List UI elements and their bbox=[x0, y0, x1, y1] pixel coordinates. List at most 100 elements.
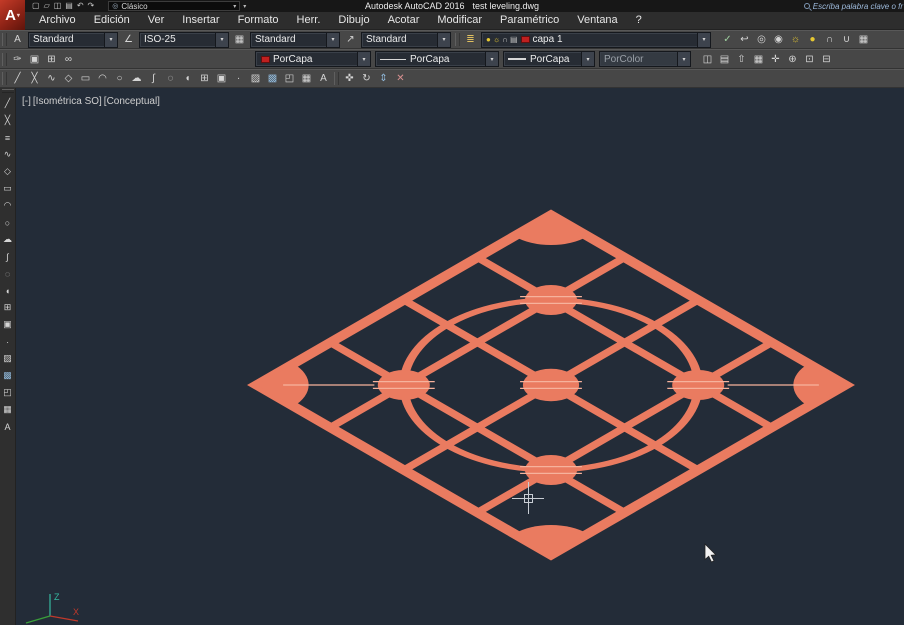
menu-insertar[interactable]: Insertar bbox=[173, 12, 228, 29]
layer-on-icon[interactable]: ● bbox=[486, 35, 491, 44]
layer-plot-icon[interactable]: ▤ bbox=[510, 35, 518, 44]
table-icon[interactable]: ▦ bbox=[298, 71, 315, 87]
chevron-down-icon[interactable]: ▾ bbox=[437, 33, 450, 47]
menu-archivo[interactable]: Archivo bbox=[30, 12, 85, 29]
arc-icon[interactable]: ◠ bbox=[0, 197, 16, 214]
ellipse-icon[interactable]: ◌ bbox=[162, 71, 179, 87]
zoom-realtime-icon[interactable]: ⊕ bbox=[784, 51, 801, 67]
rectangle-icon[interactable]: ▭ bbox=[77, 71, 94, 87]
menu-edicion[interactable]: Edición bbox=[85, 12, 139, 29]
chevron-down-icon[interactable]: ▾ bbox=[326, 33, 339, 47]
spline-icon[interactable]: ∫ bbox=[0, 248, 16, 265]
menu-dibujo[interactable]: Dibujo bbox=[329, 12, 378, 29]
layer-lock-tool-icon[interactable]: ∩ bbox=[821, 32, 838, 48]
viewport-canvas[interactable]: Z X bbox=[16, 88, 904, 625]
construction-line-icon[interactable]: ╳ bbox=[0, 112, 16, 129]
menu-herramientas[interactable]: Herr. bbox=[288, 12, 330, 29]
undo-icon[interactable]: ↶ bbox=[77, 0, 84, 12]
menu-modificar[interactable]: Modificar bbox=[428, 12, 491, 29]
workspace-combo[interactable]: ◎ Clásico ▾ bbox=[108, 1, 240, 11]
redo-icon[interactable]: ↷ bbox=[88, 0, 95, 12]
chevron-down-icon[interactable]: ▾ bbox=[581, 52, 594, 66]
point-icon[interactable]: ∙ bbox=[0, 333, 16, 350]
point-icon[interactable]: ∙ bbox=[230, 71, 247, 87]
gradient-icon[interactable]: ▩ bbox=[264, 71, 281, 87]
revcloud-icon[interactable]: ☁ bbox=[128, 71, 145, 87]
region-icon[interactable]: ◰ bbox=[281, 71, 298, 87]
chevron-down-icon[interactable]: ▾ bbox=[104, 33, 117, 47]
plot-icon[interactable]: ▤ bbox=[65, 0, 73, 12]
menu-parametrico[interactable]: Paramétrico bbox=[491, 12, 568, 29]
toolbar-grip[interactable] bbox=[2, 53, 7, 66]
chevron-down-icon[interactable]: ▾ bbox=[485, 52, 498, 66]
layer-freeze-icon[interactable]: ☼ bbox=[493, 35, 500, 44]
menu-acotar[interactable]: Acotar bbox=[379, 12, 429, 29]
autocad-logo-icon[interactable]: A ▾ bbox=[0, 0, 25, 30]
layer-lock-icon[interactable]: ∩ bbox=[502, 35, 508, 44]
dimension-style-combo[interactable]: ISO-25 ▾ bbox=[139, 32, 229, 48]
circle-icon[interactable]: ○ bbox=[0, 214, 16, 231]
match-properties-icon[interactable]: ✑ bbox=[9, 51, 26, 67]
insert-block-icon[interactable]: ⊞ bbox=[196, 71, 213, 87]
line-icon[interactable]: ╱ bbox=[9, 71, 26, 87]
mtext-icon[interactable]: A bbox=[0, 418, 16, 435]
toolbar-grip[interactable] bbox=[334, 72, 339, 85]
text-style-combo[interactable]: Standard ▾ bbox=[28, 32, 118, 48]
chevron-down-icon[interactable]: ▾ bbox=[697, 33, 710, 47]
hyperlink-icon[interactable]: ∞ bbox=[60, 51, 77, 67]
erase-icon[interactable]: ✕ bbox=[392, 71, 409, 87]
line-icon[interactable]: ╱ bbox=[0, 95, 16, 112]
layer-properties-icon[interactable]: ≣ bbox=[462, 32, 479, 48]
xref-icon[interactable]: ⊞ bbox=[43, 51, 60, 67]
lineweight-combo[interactable]: PorCapa ▾ bbox=[503, 51, 595, 67]
table-style-icon[interactable]: ▦ bbox=[231, 32, 248, 48]
save-icon[interactable]: ◫ bbox=[54, 0, 62, 12]
menu-ver[interactable]: Ver bbox=[139, 12, 174, 29]
model-viewport[interactable]: [-] [Isométrica SO] [Conceptual] bbox=[16, 88, 904, 625]
viewport-control-visual-style[interactable]: [Conceptual] bbox=[104, 96, 160, 107]
move-icon[interactable]: ✜ bbox=[341, 71, 358, 87]
polygon-icon[interactable]: ◇ bbox=[0, 163, 16, 180]
revcloud-icon[interactable]: ☁ bbox=[0, 231, 16, 248]
named-views-icon[interactable]: ▦ bbox=[750, 51, 767, 67]
layer-off-tool-icon[interactable]: ● bbox=[804, 32, 821, 48]
layer-combo[interactable]: ● ☼ ∩ ▤ capa 1 ▾ bbox=[481, 32, 711, 48]
create-block-icon[interactable]: ▣ bbox=[0, 316, 16, 333]
menu-ventana[interactable]: Ventana bbox=[568, 12, 626, 29]
make-object-layer-current-icon[interactable]: ✓ bbox=[719, 32, 736, 48]
polygon-icon[interactable]: ◇ bbox=[60, 71, 77, 87]
table-icon[interactable]: ▦ bbox=[0, 401, 16, 418]
viewport-control-view[interactable]: [Isométrica SO] bbox=[33, 96, 102, 107]
layer-unisolate-icon[interactable]: ◉ bbox=[770, 32, 787, 48]
arc-icon[interactable]: ◠ bbox=[94, 71, 111, 87]
layer-isolate-icon[interactable]: ◎ bbox=[753, 32, 770, 48]
chevron-down-icon[interactable]: ▾ bbox=[215, 33, 228, 47]
ellipse-icon[interactable]: ◌ bbox=[0, 265, 16, 282]
multileader-style-icon[interactable]: ↗ bbox=[342, 32, 359, 48]
multileader-style-combo[interactable]: Standard ▾ bbox=[361, 32, 451, 48]
hatch-icon[interactable]: ▨ bbox=[247, 71, 264, 87]
mtext-icon[interactable]: A bbox=[315, 71, 332, 87]
ellipse-arc-icon[interactable]: ◖ bbox=[179, 71, 196, 87]
hatch-icon[interactable]: ▨ bbox=[0, 350, 16, 367]
ellipse-arc-icon[interactable]: ◖ bbox=[0, 282, 16, 299]
spline-icon[interactable]: ∫ bbox=[145, 71, 162, 87]
zoom-window-icon[interactable]: ⊡ bbox=[801, 51, 818, 67]
toolbar-grip[interactable] bbox=[2, 33, 7, 46]
gradient-icon[interactable]: ▩ bbox=[0, 367, 16, 384]
object-color-combo[interactable]: PorCapa ▾ bbox=[255, 51, 371, 67]
toolbar-grip[interactable] bbox=[455, 33, 460, 46]
publish-icon[interactable]: ⇧ bbox=[733, 51, 750, 67]
zoom-previous-icon[interactable]: ⊟ bbox=[818, 51, 835, 67]
toolbar-grip[interactable] bbox=[2, 72, 7, 85]
chevron-down-icon[interactable]: ▾ bbox=[357, 52, 370, 66]
pan-icon[interactable]: ✛ bbox=[767, 51, 784, 67]
construction-line-icon[interactable]: ╳ bbox=[26, 71, 43, 87]
plot-tool-icon[interactable]: ▤ bbox=[716, 51, 733, 67]
region-icon[interactable]: ◰ bbox=[0, 384, 16, 401]
help-search-box[interactable]: Escriba palabra clave o fr bbox=[798, 0, 904, 12]
polyline-icon[interactable]: ∿ bbox=[0, 146, 16, 163]
create-block-icon[interactable]: ▣ bbox=[213, 71, 230, 87]
layer-unlock-tool-icon[interactable]: ∪ bbox=[838, 32, 855, 48]
menu-formato[interactable]: Formato bbox=[229, 12, 288, 29]
